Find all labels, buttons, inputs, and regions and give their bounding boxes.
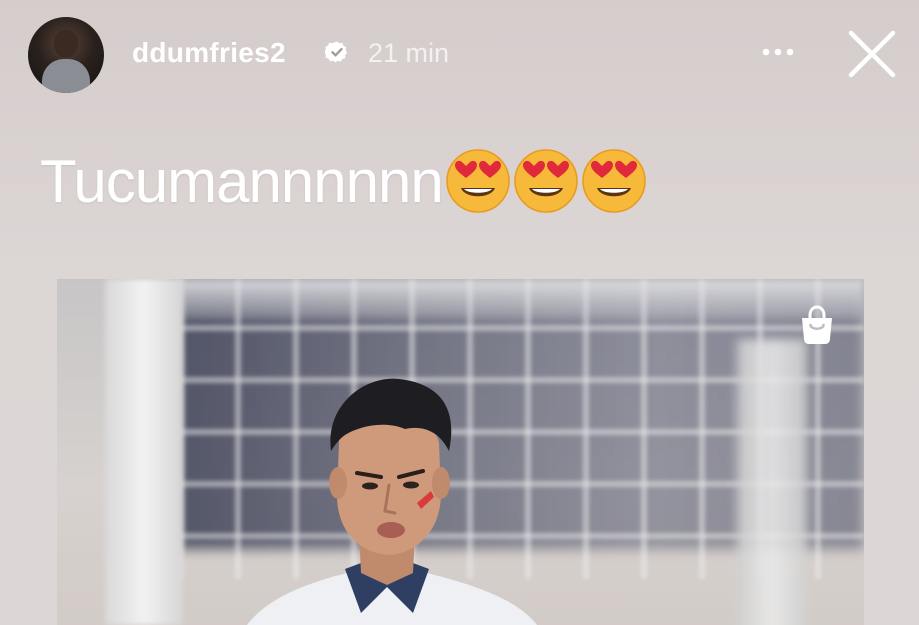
story-header: ddumfries2 21 min: [0, 0, 919, 110]
goal-crossbar: [177, 279, 864, 319]
verified-badge-icon: [325, 41, 348, 63]
heart-eyes-emoji-icon: [513, 149, 578, 213]
player-figure: [247, 378, 537, 625]
shopping-bag-icon[interactable]: [795, 303, 839, 347]
post-time: 21 min: [368, 38, 450, 68]
goal-post-right: [737, 339, 807, 625]
heart-eyes-emoji-icon: [445, 149, 510, 213]
story-photo[interactable]: [57, 279, 864, 625]
story-caption: Tucumannnnnn: [40, 146, 647, 218]
close-icon[interactable]: [846, 28, 898, 80]
profile-avatar[interactable]: [28, 17, 104, 93]
goal-post-left: [105, 279, 183, 625]
more-options-icon[interactable]: [760, 42, 796, 62]
heart-eyes-emoji-icon: [581, 149, 646, 213]
username[interactable]: ddumfries2: [132, 37, 286, 69]
caption-text: Tucumannnnnn: [40, 148, 444, 215]
